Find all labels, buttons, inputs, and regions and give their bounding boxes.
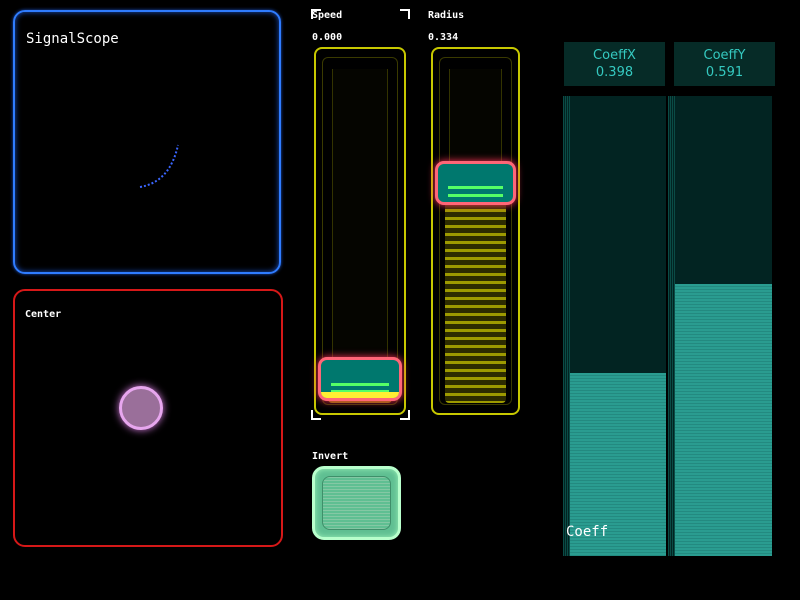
coeffx-bar-stripe <box>563 96 570 556</box>
coeffx-label: CoeffX <box>593 48 636 63</box>
radius-slider[interactable] <box>431 47 520 415</box>
coeffx-value: 0.398 <box>595 65 634 80</box>
speed-focus-corner <box>400 9 410 19</box>
coeffy-label: CoeffY <box>703 48 746 63</box>
coeffy-value: 0.591 <box>705 65 744 80</box>
coeff-group-label: Coeff <box>566 524 609 540</box>
speed-slider[interactable] <box>314 47 406 415</box>
signal-scope-panel: SignalScope <box>13 10 281 274</box>
center-pad-title: Center <box>25 309 62 320</box>
center-pad[interactable]: Center <box>13 289 283 547</box>
speed-focus-corner <box>311 9 321 19</box>
coeffx-bar[interactable] <box>563 96 666 556</box>
radius-value: 0.334 <box>428 32 459 43</box>
coeffy-bar-fill <box>668 284 772 556</box>
coeffy-readout: CoeffY 0.591 <box>674 42 775 86</box>
center-pad-handle[interactable] <box>119 386 163 430</box>
speed-slider-knob[interactable] <box>318 357 402 401</box>
coeffx-readout: CoeffX 0.398 <box>564 42 665 86</box>
speed-value: 0.000 <box>312 32 343 43</box>
scope-trace <box>139 144 179 188</box>
invert-toggle[interactable] <box>312 466 401 540</box>
invert-label: Invert <box>312 451 349 462</box>
radius-slider-knob[interactable] <box>435 161 516 205</box>
coeffy-bar[interactable] <box>668 96 772 556</box>
speed-rail <box>332 69 388 393</box>
radius-fill <box>445 177 506 403</box>
radius-label: Radius <box>428 10 465 21</box>
coeffy-bar-stripe <box>668 96 675 556</box>
